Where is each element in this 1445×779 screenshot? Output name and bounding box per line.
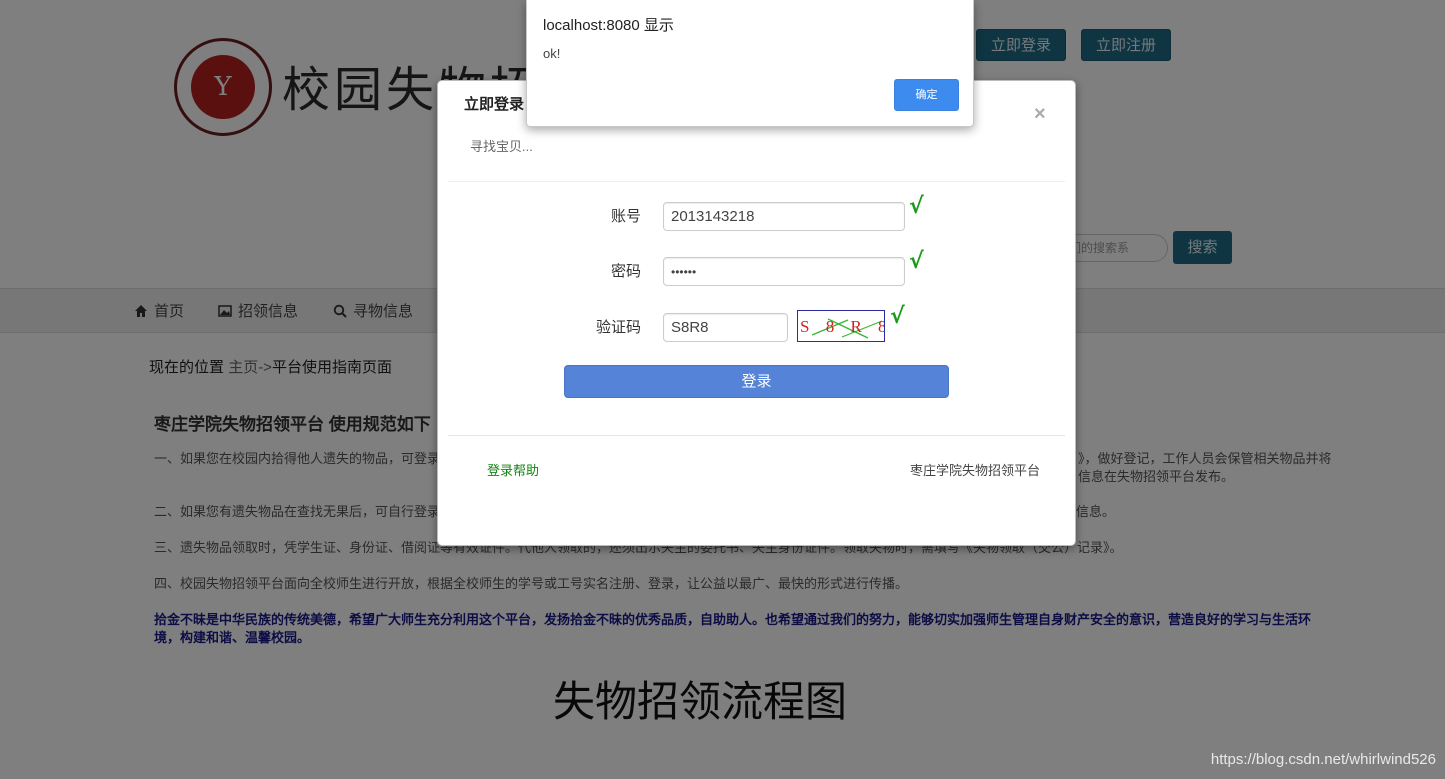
captcha-text: S 8 R 8 <box>800 317 885 336</box>
modal-divider <box>448 435 1065 436</box>
login-modal: 立即登录 × 寻找宝贝... 账号 √ 密码 √ 验证码 S 8 R 8 √ 登… <box>437 80 1076 546</box>
account-valid-check: √ <box>909 194 924 219</box>
alert-title: localhost:8080 显示 <box>543 17 674 34</box>
captcha-label: 验证码 <box>595 319 641 336</box>
captcha-input[interactable] <box>663 313 788 342</box>
watermark: https://blog.csdn.net/whirlwind526 <box>1210 751 1436 768</box>
login-help-link[interactable]: 登录帮助 <box>487 460 539 479</box>
account-input[interactable] <box>663 202 905 231</box>
password-valid-check: √ <box>909 249 924 274</box>
browser-alert-dialog: localhost:8080 显示 ok! 确定 <box>526 0 974 127</box>
alert-message: ok! <box>543 46 561 61</box>
password-input[interactable] <box>663 257 905 286</box>
close-icon[interactable]: × <box>1034 103 1046 126</box>
modal-title: 立即登录 <box>464 96 525 113</box>
captcha-graphic: S 8 R 8 <box>800 317 885 339</box>
captcha-image[interactable]: S 8 R 8 <box>797 310 885 342</box>
modal-divider <box>448 181 1065 182</box>
modal-footer-text: 枣庄学院失物招领平台 <box>910 463 1041 478</box>
modal-subtitle: 寻找宝贝... <box>470 139 533 154</box>
account-label: 账号 <box>610 208 641 225</box>
captcha-valid-check: √ <box>890 304 905 329</box>
alert-ok-button[interactable]: 确定 <box>894 79 959 111</box>
login-submit-button[interactable]: 登录 <box>564 365 949 398</box>
password-label: 密码 <box>610 263 641 280</box>
